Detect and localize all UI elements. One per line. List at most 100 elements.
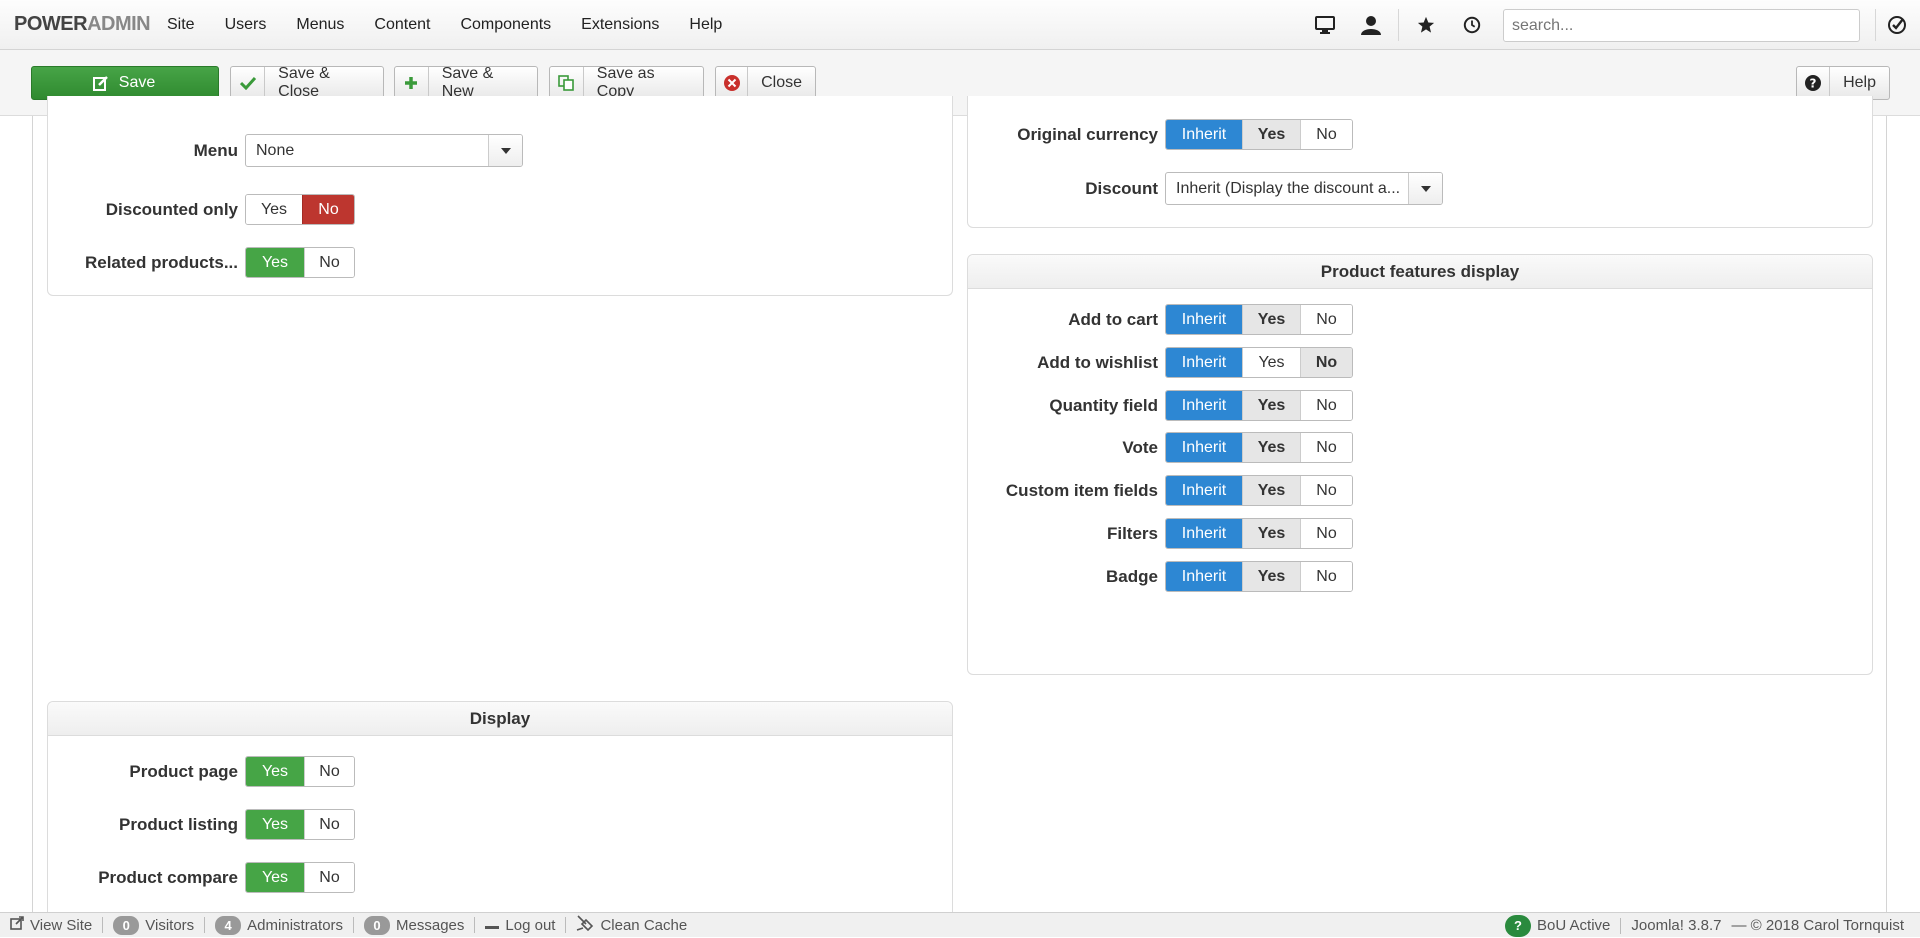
original-currency-no[interactable]: No <box>1300 120 1352 149</box>
add-to-wishlist-inherit[interactable]: Inherit <box>1166 348 1242 377</box>
quantity-field-inherit[interactable]: Inherit <box>1166 391 1242 420</box>
row-badge: Badge Inherit Yes No <box>967 561 1353 592</box>
discount-label: Discount <box>1085 178 1158 198</box>
bou-status[interactable]: ? BoU Active <box>1505 914 1611 937</box>
product-listing-yes[interactable]: Yes <box>246 810 304 839</box>
brand-logo[interactable]: POWERADMIN <box>14 13 151 36</box>
badge-yes[interactable]: Yes <box>1242 562 1300 591</box>
row-related: Related products... Yes No <box>47 247 355 278</box>
visitors-badge: 0 <box>113 915 140 935</box>
product-compare-yes[interactable]: Yes <box>246 863 304 892</box>
add-to-wishlist-yes[interactable]: Yes <box>1242 348 1300 377</box>
original-currency-toggle: Inherit Yes No <box>1165 119 1353 150</box>
quantity-field-no[interactable]: No <box>1300 391 1352 420</box>
badge-inherit[interactable]: Inherit <box>1166 562 1242 591</box>
product-listing-label: Product listing <box>119 814 238 834</box>
menu-content[interactable]: Content <box>359 0 445 50</box>
menu-extensions[interactable]: Extensions <box>566 0 674 50</box>
related-yes[interactable]: Yes <box>246 248 304 277</box>
discounted-no[interactable]: No <box>302 195 354 224</box>
menu-help[interactable]: Help <box>674 0 737 50</box>
save-button[interactable]: Save <box>31 66 219 100</box>
status-check-icon[interactable] <box>1882 10 1912 40</box>
product-compare-label: Product compare <box>98 867 238 887</box>
menu-select[interactable]: None <box>245 134 523 167</box>
related-toggle: Yes No <box>245 247 355 278</box>
original-currency-yes[interactable]: Yes <box>1242 120 1300 149</box>
row-custom-item-fields: Custom item fields Inherit Yes No <box>967 475 1353 506</box>
display-title: Display <box>48 702 952 736</box>
quantity-field-yes[interactable]: Yes <box>1242 391 1300 420</box>
view-site-link[interactable]: View Site <box>0 916 102 934</box>
brand-admin: ADMIN <box>87 13 151 35</box>
menu-users[interactable]: Users <box>210 0 282 50</box>
save-new-button[interactable]: Save & New <box>394 65 538 100</box>
vote-no[interactable]: No <box>1300 433 1352 462</box>
nav-icons <box>1310 0 1487 50</box>
check-icon <box>231 67 266 99</box>
add-to-cart-yes[interactable]: Yes <box>1242 305 1300 334</box>
vote-inherit[interactable]: Inherit <box>1166 433 1242 462</box>
menu-site[interactable]: Site <box>152 0 210 50</box>
product-listing-toggle: Yes No <box>245 809 355 840</box>
help-button[interactable]: ? Help <box>1796 66 1890 100</box>
discount-select[interactable]: Inherit (Display the discount a... <box>1165 172 1443 205</box>
save-close-button[interactable]: Save & Close <box>230 65 384 100</box>
copy-icon <box>550 67 584 99</box>
content-area: Menu None Discounted only Yes No Related… <box>32 96 1887 931</box>
add-to-cart-no[interactable]: No <box>1300 305 1352 334</box>
product-page-no[interactable]: No <box>304 757 354 786</box>
row-vote: Vote Inherit Yes No <box>967 432 1353 463</box>
original-currency-inherit[interactable]: Inherit <box>1166 120 1242 149</box>
product-listing-no[interactable]: No <box>304 810 354 839</box>
custom-item-fields-yes[interactable]: Yes <box>1242 476 1300 505</box>
filters-no[interactable]: No <box>1300 519 1352 548</box>
custom-item-fields-no[interactable]: No <box>1300 476 1352 505</box>
row-discount: Discount Inherit (Display the discount a… <box>967 172 1443 205</box>
logout-link[interactable]: Log out <box>475 917 565 934</box>
monitor-icon[interactable] <box>1310 10 1340 40</box>
related-no[interactable]: No <box>304 248 354 277</box>
related-label: Related products... <box>84 252 238 272</box>
badge-no[interactable]: No <box>1300 562 1352 591</box>
add-to-cart-inherit[interactable]: Inherit <box>1166 305 1242 334</box>
star-icon[interactable] <box>1411 10 1441 40</box>
search-input[interactable] <box>1503 9 1860 42</box>
messages-link[interactable]: 0 Messages <box>354 915 474 935</box>
save-copy-button[interactable]: Save as Copy <box>549 65 704 100</box>
save-label: Save <box>118 74 156 91</box>
status-bar: View Site 0 Visitors 4 Administrators 0 … <box>0 912 1920 937</box>
product-page-yes[interactable]: Yes <box>246 757 304 786</box>
custom-item-fields-inherit[interactable]: Inherit <box>1166 476 1242 505</box>
panel-price <box>967 96 1873 228</box>
bou-label: BoU Active <box>1537 917 1611 934</box>
product-compare-no[interactable]: No <box>304 863 354 892</box>
add-to-wishlist-no[interactable]: No <box>1300 348 1352 377</box>
menu-components[interactable]: Components <box>445 0 566 50</box>
discounted-yes[interactable]: Yes <box>246 195 302 224</box>
user-icon[interactable] <box>1356 10 1386 40</box>
clean-cache-label: Clean Cache <box>600 916 688 934</box>
filters-yes[interactable]: Yes <box>1242 519 1300 548</box>
status-right: ? BoU Active Joomla! 3.8.7 — © 2018 Caro… <box>1505 913 1904 938</box>
chevron-down-icon <box>1408 173 1442 204</box>
visitors-label: Visitors <box>145 916 195 934</box>
copyright: — © 2018 Carol Tornquist <box>1731 917 1904 934</box>
vote-toggle: Inherit Yes No <box>1165 432 1353 463</box>
menu-menus[interactable]: Menus <box>281 0 359 50</box>
filters-inherit[interactable]: Inherit <box>1166 519 1242 548</box>
visitors-link[interactable]: 0 Visitors <box>103 915 204 935</box>
clean-cache-link[interactable]: Clean Cache <box>566 915 697 935</box>
admins-badge: 4 <box>215 915 242 935</box>
row-add-to-cart: Add to cart Inherit Yes No <box>967 304 1353 335</box>
admins-link[interactable]: 4 Administrators <box>205 915 353 935</box>
vote-yes[interactable]: Yes <box>1242 433 1300 462</box>
clock-icon[interactable] <box>1457 10 1487 40</box>
filters-toggle: Inherit Yes No <box>1165 518 1353 549</box>
minus-icon <box>485 917 500 934</box>
view-site-label: View Site <box>30 916 93 934</box>
close-button[interactable]: Close <box>715 66 816 100</box>
status-separator <box>1620 917 1622 934</box>
custom-item-fields-toggle: Inherit Yes No <box>1165 475 1353 506</box>
discounted-toggle: Yes No <box>245 194 355 225</box>
